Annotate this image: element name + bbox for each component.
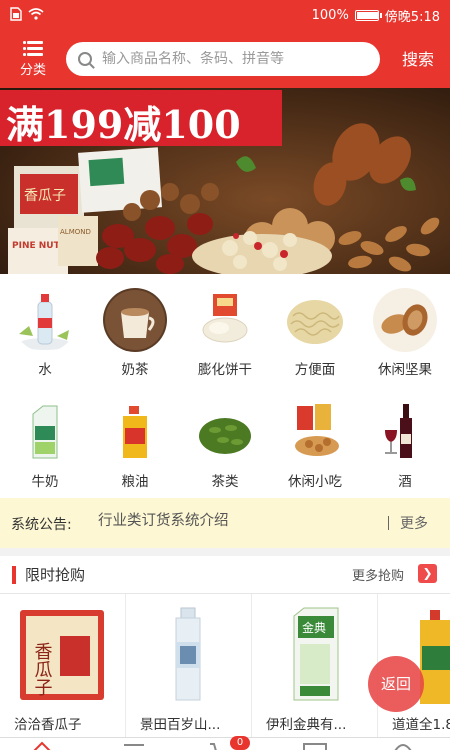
category-label: 方便面 [294, 362, 336, 378]
milk-carton-icon [13, 400, 77, 464]
product-image: 香瓜子 [12, 606, 112, 704]
category-item-oil[interactable]: 粮油 [90, 386, 180, 498]
notice-divider [388, 516, 389, 530]
product-name: 景田百岁山... [140, 717, 221, 733]
app-screen: 100% 傍晚5:18 分类 搜索 [0, 0, 450, 750]
flash-sale-more-link[interactable]: 更多抢购 [352, 565, 404, 584]
promo-ribbon: 满199减100 [0, 90, 282, 147]
section-accent-bar [12, 566, 16, 584]
svg-text:香瓜子: 香瓜子 [24, 188, 66, 204]
product-card[interactable]: 香瓜子 洽洽香瓜子 [0, 594, 126, 750]
category-item-water[interactable]: 水 [0, 274, 90, 386]
orders-icon[interactable] [302, 741, 328, 750]
wifi-icon [28, 8, 44, 20]
category-item-milk[interactable]: 牛奶 [0, 386, 90, 498]
cart-icon[interactable] [208, 741, 232, 750]
category-label: 休闲坚果 [378, 362, 432, 378]
water-bottle-icon [13, 288, 77, 352]
product-name: 道道全1.8 [392, 717, 450, 733]
notice-label: 系统公告: [11, 517, 72, 533]
sim-icon [10, 7, 22, 21]
product-card[interactable]: 景田百岁山... [126, 594, 252, 750]
system-notice[interactable]: 系统公告: 行业类订货系统介绍 更多 [0, 498, 450, 548]
category-item-snacks[interactable]: 休闲小吃 [270, 386, 360, 498]
category-label: 酒 [398, 474, 412, 490]
svg-text:PINE NUT: PINE NUT [12, 241, 61, 251]
battery-percent: 100% [311, 8, 349, 23]
battery-icon [354, 10, 382, 21]
svg-text:ALMOND: ALMOND [60, 228, 91, 236]
product-name: 伊利金典有... [266, 717, 347, 733]
category-item-noodles[interactable]: 方便面 [270, 274, 360, 386]
svg-text:香瓜子: 香瓜子 [32, 642, 53, 696]
chevron-right-icon[interactable]: ❯ [418, 564, 437, 583]
product-name: 洽洽香瓜子 [14, 717, 82, 733]
top-header: 分类 搜索 [0, 30, 450, 88]
category-tab-icon[interactable] [122, 741, 146, 750]
search-box[interactable] [66, 42, 380, 76]
svg-text:金典: 金典 [302, 620, 326, 635]
category-label: 茶类 [211, 474, 239, 490]
category-item-milk-tea[interactable]: 奶茶 [90, 274, 180, 386]
notice-more-link[interactable]: 更多 [400, 513, 428, 533]
noodles-icon [283, 288, 347, 352]
promo-banner[interactable]: 香瓜子 PINE NUT ALMOND 满199减100 [0, 88, 450, 274]
product-image: 金典 [264, 606, 364, 704]
nuts-icon [373, 288, 437, 352]
milk-tea-icon [103, 288, 167, 352]
wine-icon [373, 400, 437, 464]
category-label: 膨化饼干 [198, 362, 252, 378]
biscuit-icon [193, 288, 257, 352]
cooking-oil-icon [103, 400, 167, 464]
category-item-wine[interactable]: 酒 [360, 386, 450, 498]
search-input[interactable] [102, 51, 362, 67]
cart-badge: 0 [230, 736, 250, 750]
category-label: 分类 [19, 63, 46, 78]
flash-sale-section: 限时抢购 更多抢购 ❯ 香瓜子 洽洽香瓜子 景田百岁山... 金典 伊利金典有.… [0, 556, 450, 750]
notice-text[interactable]: 行业类订货系统介绍 [98, 509, 229, 530]
back-button[interactable]: 返回 [368, 656, 424, 712]
clock: 傍晚5:18 [384, 10, 440, 25]
promo-text: 满199减100 [6, 102, 241, 147]
menu-list-icon [23, 40, 43, 56]
home-icon[interactable] [32, 741, 52, 750]
category-item-biscuits[interactable]: 膨化饼干 [180, 274, 270, 386]
category-grid: 水 奶茶 膨化饼干 方便面 休闲坚果 牛奶 粮油 茶类 休闲小吃 酒 [0, 274, 450, 498]
status-bar: 100% 傍晚5:18 [0, 0, 450, 30]
search-icon [78, 52, 92, 66]
category-label: 牛奶 [31, 474, 59, 490]
flash-sale-title: 限时抢购 [25, 566, 86, 584]
snacks-icon [283, 400, 347, 464]
category-label: 奶茶 [121, 362, 149, 378]
bottom-tab-bar: 0 [0, 736, 450, 750]
category-label: 粮油 [121, 474, 149, 490]
tea-leaves-icon [193, 400, 257, 464]
category-item-tea[interactable]: 茶类 [180, 386, 270, 498]
product-card[interactable]: 金典 伊利金典有... [252, 594, 378, 750]
product-image [138, 606, 238, 704]
category-item-nuts[interactable]: 休闲坚果 [360, 274, 450, 386]
search-button[interactable]: 搜索 [402, 46, 434, 70]
category-label: 水 [38, 362, 52, 378]
profile-icon[interactable] [392, 741, 414, 750]
category-label: 休闲小吃 [288, 474, 342, 490]
category-button[interactable]: 分类 [10, 36, 56, 84]
